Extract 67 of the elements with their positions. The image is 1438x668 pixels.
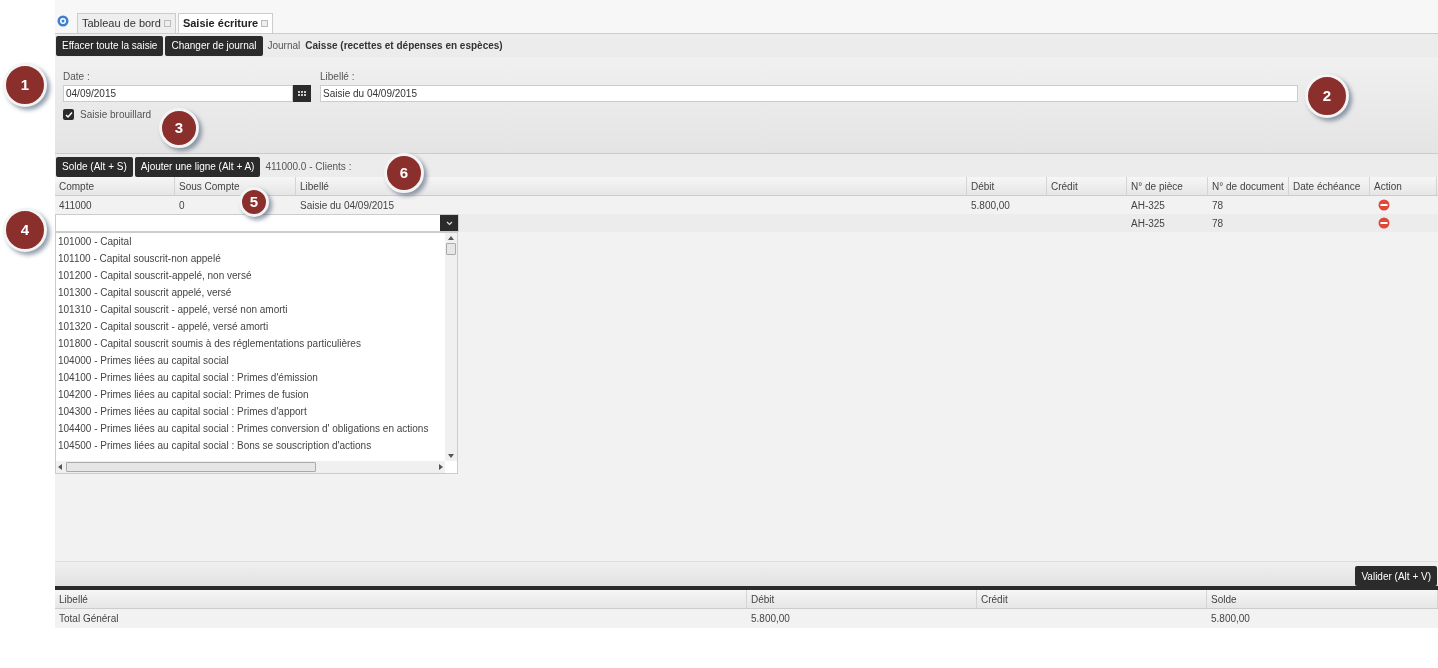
- vertical-scrollbar[interactable]: [445, 233, 457, 461]
- dropdown-option[interactable]: 104500 - Primes liées au capital social : Bons se souscription d'actions: [56, 437, 445, 454]
- callout-badge: 1: [3, 63, 47, 107]
- account-info: 411000.0 - Clients :: [265, 160, 352, 174]
- table-cell-text: 0: [179, 198, 185, 213]
- toolbar-button[interactable]: Solde (Alt + S): [56, 156, 133, 177]
- table-cell-text: Total Général: [59, 612, 119, 626]
- help-icon[interactable]: [57, 15, 69, 27]
- dropdown-option[interactable]: 101320 - Capital souscrit - appelé, versé amorti: [56, 318, 445, 335]
- scrollbar-thumb[interactable]: [446, 243, 456, 255]
- account-combobox[interactable]: [55, 214, 459, 232]
- horizontal-scrollbar[interactable]: [56, 461, 445, 473]
- table-cell-text: 5.800,00: [1211, 612, 1250, 626]
- table-cell-text: 5.800,00: [751, 612, 790, 626]
- remove-icon[interactable]: [1378, 199, 1390, 211]
- column-header[interactable]: Date échéance: [1289, 177, 1370, 195]
- calendar-icon[interactable]: [293, 85, 311, 102]
- table-cell-text: 78: [1212, 198, 1224, 213]
- checkbox-label: Saisie brouillard: [80, 108, 152, 122]
- date-label: Date :: [63, 70, 91, 83]
- column-header[interactable]: N° de document: [1208, 177, 1289, 195]
- dropdown-option[interactable]: 101100 - Capital souscrit-non appelé: [56, 250, 445, 267]
- dropdown-option[interactable]: 101200 - Capital souscrit-appelé, non versé: [56, 267, 445, 284]
- toolbar-button[interactable]: Effacer toute la saisie: [56, 35, 164, 56]
- scroll-right-icon[interactable]: [439, 464, 443, 470]
- scroll-up-icon[interactable]: [448, 236, 454, 240]
- journal-name: Caisse (recettes et dépenses en espèces): [305, 39, 503, 53]
- checkbox[interactable]: [63, 109, 74, 120]
- dropdown-option[interactable]: 101300 - Capital souscrit appelé, versé: [56, 284, 445, 301]
- toolbar-button[interactable]: Ajouter une ligne (Alt + A): [134, 156, 261, 177]
- tab[interactable]: Saisie écriture: [177, 13, 274, 33]
- tab[interactable]: Tableau de bord: [77, 13, 176, 33]
- column-header[interactable]: Débit: [967, 177, 1047, 195]
- table-cell-text: AH-325: [1131, 198, 1165, 213]
- column-header: Libellé: [55, 590, 747, 608]
- table-cell-text: AH-325: [1131, 216, 1165, 231]
- dropdown-option[interactable]: 104400 - Primes liées au capital social : Primes conversion d' obligations en actions: [56, 420, 445, 437]
- column-header[interactable]: N° de pièce: [1127, 177, 1208, 195]
- column-header[interactable]: Compte: [55, 177, 175, 195]
- callout-badge: 4: [3, 208, 47, 252]
- dropdown-option[interactable]: 104000 - Primes liées au capital social: [56, 352, 445, 369]
- dropdown-option[interactable]: 104200 - Primes liées au capital social: Primes de fusion: [56, 386, 445, 403]
- table-cell-text: 5.800,00: [971, 198, 1010, 213]
- libelle-label: Libellé :: [320, 70, 356, 83]
- libelle-field[interactable]: Saisie du 04/09/2015: [320, 85, 1298, 102]
- journal-label: Journal: [267, 39, 301, 53]
- column-header: Crédit: [977, 590, 1207, 608]
- toolbar-button[interactable]: Changer de journal: [165, 35, 263, 56]
- remove-icon[interactable]: [1378, 217, 1390, 229]
- column-header: Débit: [747, 590, 977, 608]
- dropdown-option[interactable]: 104100 - Primes liées au capital social : Primes d'émission: [56, 369, 445, 386]
- dropdown-option[interactable]: 101000 - Capital: [56, 233, 445, 250]
- scrollbar-thumb[interactable]: [66, 462, 316, 472]
- scroll-down-icon[interactable]: [448, 454, 454, 458]
- column-header: Solde: [1207, 590, 1438, 608]
- column-header[interactable]: Action: [1370, 177, 1437, 195]
- table-cell-text: 411000: [59, 198, 92, 213]
- dropdown-option[interactable]: 101310 - Capital souscrit - appelé, versé non amorti: [56, 301, 445, 318]
- dropdown-option[interactable]: 101800 - Capital souscrit soumis à des réglementations particulières: [56, 335, 445, 352]
- table-cell-text: Saisie du 04/09/2015: [300, 198, 394, 213]
- validate-button[interactable]: Valider (Alt + V): [1355, 566, 1437, 586]
- chevron-down-icon[interactable]: [440, 215, 458, 231]
- scroll-left-icon[interactable]: [58, 464, 62, 470]
- date-field[interactable]: 04/09/2015: [63, 85, 293, 102]
- table-cell-text: 78: [1212, 216, 1224, 231]
- dropdown-option[interactable]: 104300 - Primes liées au capital social : Primes d'apport: [56, 403, 445, 420]
- column-header[interactable]: Crédit: [1047, 177, 1127, 195]
